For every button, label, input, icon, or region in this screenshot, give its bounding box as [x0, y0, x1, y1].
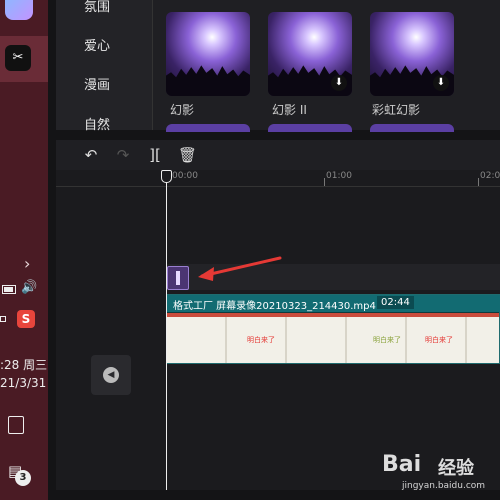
- system-tray: 🔊: [0, 278, 48, 308]
- effects-library: 氛围 爱心 漫画 自然 幻影 ⬇ 幻影 II ⬇ 彩虹幻影: [56, 0, 500, 133]
- effect-thumbnail[interactable]: ⬇: [370, 12, 454, 96]
- chevron-right-icon[interactable]: ›: [24, 254, 30, 273]
- effect-thumbnail[interactable]: [268, 124, 352, 132]
- category-list: 氛围 爱心 漫画 自然: [56, 0, 152, 133]
- capcut-icon: ✂: [5, 45, 31, 71]
- frame-caption: 明白来了: [425, 336, 453, 344]
- download-icon[interactable]: ⬇: [433, 75, 449, 91]
- category-item[interactable]: 自然: [84, 114, 110, 133]
- download-icon[interactable]: ⬇: [331, 75, 347, 91]
- clip-thumbnails: 明白来了 明白来了 明白来了: [167, 313, 499, 363]
- effect-thumbnail[interactable]: [370, 124, 454, 132]
- watermark-url: jingyan.baidu.com: [402, 481, 486, 491]
- clip-duration: 02:44: [377, 296, 414, 309]
- clip-header: 格式工厂 屏幕录像20210323_214430.mp4 02:44: [167, 295, 500, 312]
- effect-label: 幻影: [170, 103, 195, 117]
- clock-time[interactable]: :28 周三: [0, 356, 47, 373]
- timeline-editor: ↶ ↷ ][ 🗑 00:00 01:00 02:0 ◀ 格式工厂 屏幕录像202…: [56, 140, 500, 490]
- delete-icon[interactable]: 🗑: [178, 146, 197, 164]
- ruler-label: 02:0: [480, 171, 500, 181]
- frame-header-bar: [167, 313, 499, 317]
- playhead[interactable]: [161, 170, 172, 490]
- effect-label: 幻影 II: [272, 103, 307, 117]
- app-icon[interactable]: [5, 0, 33, 20]
- notification-badge: 3: [15, 470, 31, 486]
- track-header: ◀: [56, 187, 167, 490]
- concert-crowd: [166, 65, 250, 96]
- frame-caption: 明白来了: [247, 336, 275, 344]
- playhead-handle[interactable]: [161, 170, 172, 183]
- effect-thumbnail[interactable]: ⬇: [268, 12, 352, 96]
- ruler-label: 01:00: [326, 171, 352, 181]
- time-ruler[interactable]: 00:00 01:00 02:0: [56, 170, 500, 187]
- watermark-cn: 经验: [438, 458, 474, 479]
- video-clip[interactable]: 格式工厂 屏幕录像20210323_214430.mp4 02:44 明白来了 …: [166, 294, 500, 364]
- clock-date[interactable]: 21/3/31: [0, 376, 46, 390]
- category-item[interactable]: 氛围: [84, 0, 110, 15]
- redo-icon[interactable]: ↷: [114, 146, 132, 164]
- tray-icon[interactable]: [0, 316, 6, 322]
- capcut-taskbar-button[interactable]: ✂: [0, 36, 48, 82]
- effect-track: [166, 264, 500, 290]
- effect-label: 彩虹幻影: [372, 103, 421, 117]
- watermark-brand: Bai: [382, 452, 422, 477]
- speaker-icon: ◀: [103, 367, 119, 383]
- effect-thumbnail[interactable]: [166, 124, 250, 132]
- taskbar: ✂ › 🔊 S :28 周三 21/3/31 ▤ 3: [0, 0, 48, 500]
- divider: [152, 0, 153, 130]
- ruler-label: 00:00: [172, 171, 198, 181]
- clip-filename: 格式工厂 屏幕录像20210323_214430.mp4: [173, 301, 376, 312]
- category-item[interactable]: 漫画: [84, 74, 110, 93]
- split-icon[interactable]: ][: [146, 146, 164, 164]
- mute-audio-button[interactable]: ◀: [91, 355, 131, 395]
- notes-icon[interactable]: [8, 416, 24, 434]
- undo-icon[interactable]: ↶: [82, 146, 100, 164]
- frame-caption: 明白来了: [373, 336, 401, 344]
- ruler-tick: [324, 178, 325, 186]
- ruler-tick: [478, 178, 479, 186]
- baidu-watermark: Bai 经验 jingyan.baidu.com: [380, 450, 500, 496]
- category-item[interactable]: 爱心: [84, 35, 110, 54]
- sogou-ime-icon[interactable]: S: [17, 310, 35, 328]
- volume-icon[interactable]: 🔊: [21, 280, 37, 295]
- battery-icon[interactable]: [2, 285, 16, 294]
- effect-thumbnail[interactable]: [166, 12, 250, 96]
- effect-clip[interactable]: [167, 266, 189, 290]
- timeline-toolbar: ↶ ↷ ][ 🗑: [56, 140, 500, 170]
